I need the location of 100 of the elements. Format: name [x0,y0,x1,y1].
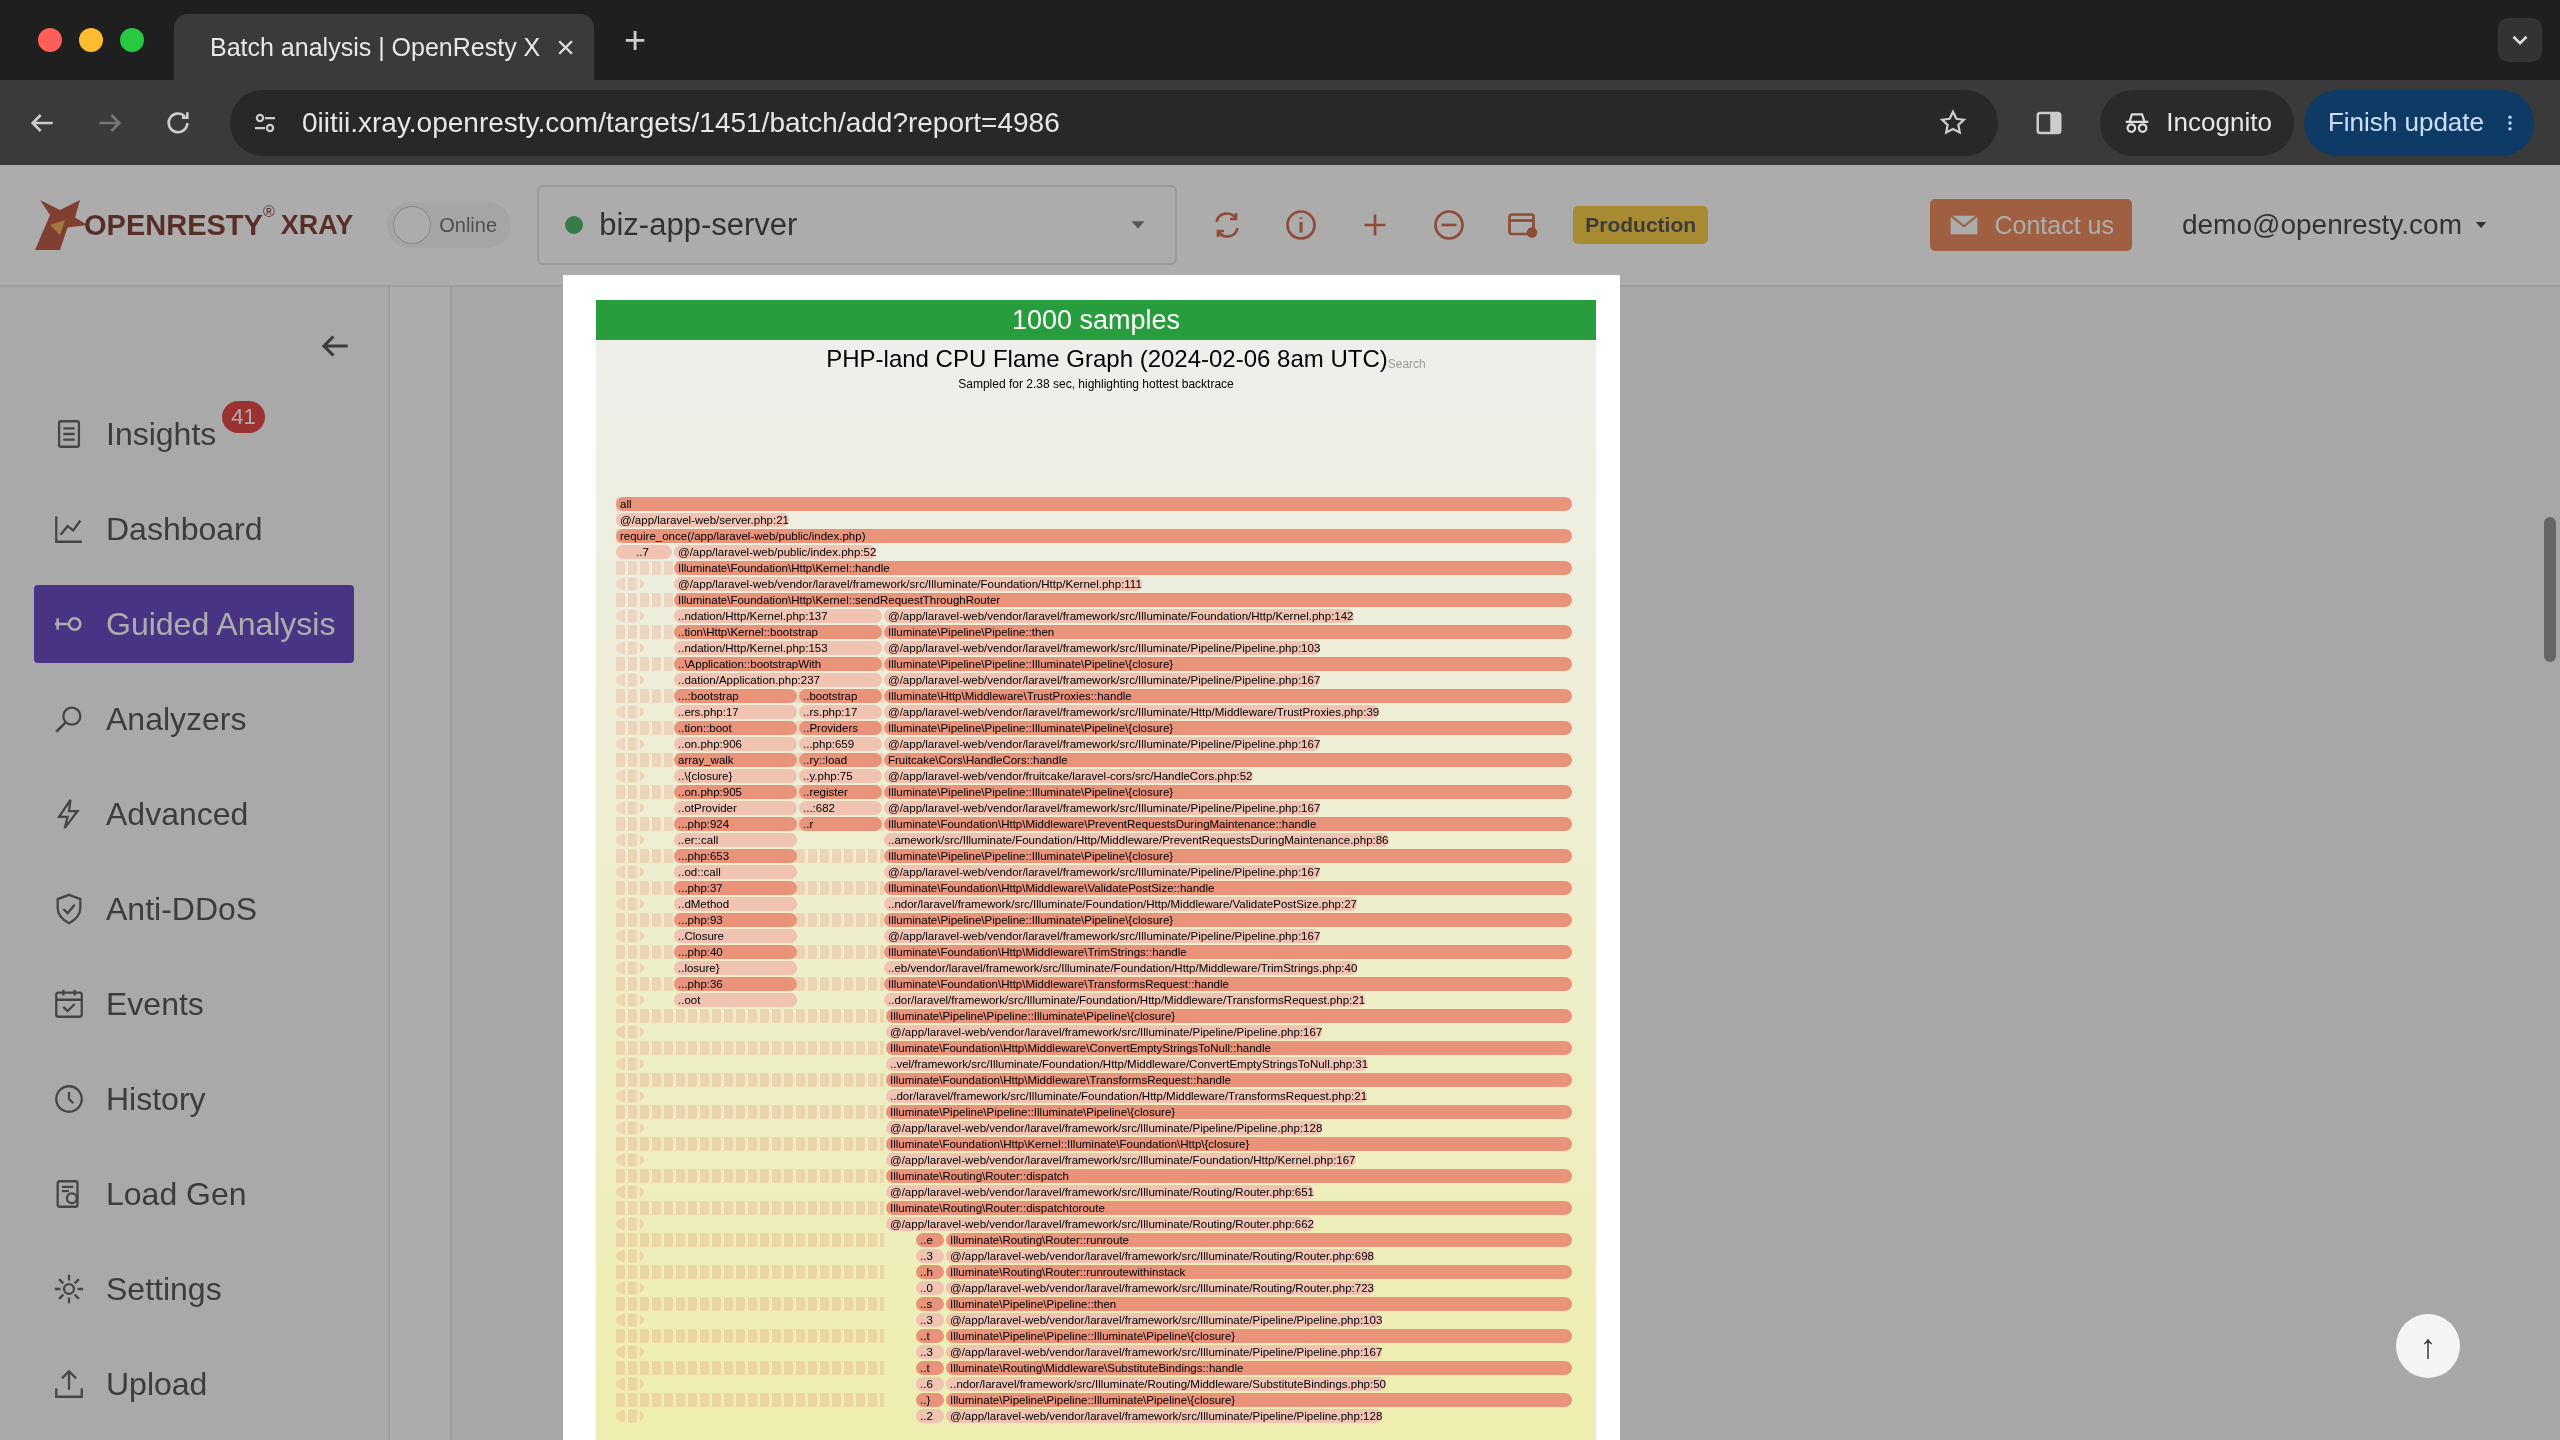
flame-frame[interactable]: @/app/laravel-web/vendor/laravel/framework/src/Illuminate/Pipeline/Pipeline.php:103 [946,1313,1383,1327]
flame-frame[interactable]: @/app/laravel-web/server.php:21 [616,513,789,527]
flame-frame[interactable]: @/app/laravel-web/vendor/laravel/framework/src/Illuminate/Foundation/Http/Kernel.php:111 [674,577,1142,591]
address-bar[interactable]: 0iitii.xray.openresty.com/targets/1451/batch/add?report=4986 [230,89,1999,156]
flame-frame[interactable]: ..} [916,1393,944,1407]
flame-frame[interactable]: ..bootstrap [799,689,882,703]
flame-frame[interactable]: ...php:93 [674,913,797,927]
flame-frame[interactable]: require_once(/app/laravel-web/public/index.php) [616,529,1572,543]
window-control-button[interactable] [120,28,144,52]
flame-frame[interactable]: Illuminate\Foundation\Http\Middleware\TransformsRequest::handle [884,977,1572,991]
flame-frame[interactable]: Illuminate\Routing\Router::runroute [946,1233,1572,1247]
flame-frame[interactable]: ..ndor/laravel/framework/src/Illuminate/Routing/Middleware/SubstituteBindings.php:50 [946,1377,1386,1391]
flame-frame[interactable]: ...php:40 [674,945,797,959]
flame-frame[interactable]: ..od::call [674,865,797,879]
window-control-button[interactable] [79,28,103,52]
flame-frame[interactable]: Illuminate\Routing\Middleware\SubstituteBindings::handle [946,1361,1572,1375]
sidebar-item[interactable]: Events [34,965,354,1043]
flame-frame[interactable]: ..e [916,1233,944,1247]
flame-frame[interactable]: ..register [799,785,882,799]
account-menu[interactable]: demo@openresty.com [2181,209,2490,241]
flame-frame[interactable]: ..oot [674,993,797,1007]
flame-frame[interactable]: Fruitcake\Cors\HandleCors::handle [884,753,1572,767]
flame-frame[interactable]: ..on.php:905 [674,785,797,799]
flame-frame[interactable]: ..er::call [674,833,797,847]
flame-frame[interactable]: ..eb/vendor/laravel/framework/src/Illuminate/Foundation/Http/Middleware/TrimStrings.php:40 [884,961,1358,975]
flame-frame[interactable]: Illuminate\Pipeline\Pipeline::then [946,1297,1572,1311]
flame-frame[interactable]: ..\{closure} [674,769,797,783]
flame-frame[interactable]: Illuminate\Foundation\Http\Kernel::handle [674,561,1572,575]
flame-frame[interactable]: Illuminate\Pipeline\Pipeline::Illuminate\Pipeline\{closure} [884,785,1572,799]
flame-frame[interactable]: ..ry::load [799,753,882,767]
flame-frame[interactable]: @/app/laravel-web/vendor/laravel/framework/src/Illuminate/Pipeline/Pipeline.php:167 [884,865,1321,879]
flame-frame[interactable]: ..ers.php:17 [674,705,797,719]
flame-frame[interactable]: ...php:653 [674,849,797,863]
flame-frame[interactable]: Illuminate\Foundation\Http\Kernel::sendRequestThroughRouter [674,593,1572,607]
flame-frame[interactable]: ..dMethod [674,897,797,911]
flame-frame[interactable]: @/app/laravel-web/vendor/laravel/framework/src/Illuminate/Routing/Router.php:723 [946,1281,1374,1295]
flame-frame[interactable]: ..dor/laravel/framework/src/Illuminate/Foundation/Http/Middleware/TransformsRequest.php:21 [884,993,1366,1007]
flame-frame[interactable]: ..rs.php:17 [799,705,882,719]
flame-frame[interactable]: ..Providers [799,721,882,735]
flame-frame[interactable]: @/app/laravel-web/vendor/laravel/framework/src/Illuminate/Pipeline/Pipeline.php:128 [886,1121,1323,1135]
flame-frame[interactable]: ...php:36 [674,977,797,991]
flame-frame[interactable]: ..\Application::bootstrapWith [674,657,882,671]
sidebar-item[interactable]: History [34,1060,354,1138]
flame-frame[interactable]: Illuminate\Foundation\Http\Middleware\TrimStrings::handle [884,945,1572,959]
flame-frame[interactable]: Illuminate\Pipeline\Pipeline::then [884,625,1572,639]
close-tab-button[interactable]: × [556,28,575,66]
flame-frame[interactable]: ..y.php:75 [799,769,882,783]
flame-frame[interactable]: @/app/laravel-web/vendor/laravel/framework/src/Illuminate/Foundation/Http/Kernel.php:167 [886,1153,1356,1167]
flame-frame[interactable]: all [616,497,1572,511]
flame-frame[interactable]: ..6 [916,1377,944,1391]
flame-frame[interactable]: ...php:924 [674,817,797,831]
flame-frame[interactable]: ..amework/src/Illuminate/Foundation/Http/Middleware/PreventRequestsDuringMaintenance.php:86 [884,833,1389,847]
flame-frame[interactable]: @/app/laravel-web/vendor/laravel/framework/src/Illuminate/Foundation/Http/Kernel.php:142 [884,609,1354,623]
flame-frame[interactable]: ..ndation/Http/Kernel.php:137 [674,609,882,623]
flame-frame[interactable]: ...php:37 [674,881,797,895]
flame-frame[interactable]: ..losure} [674,961,797,975]
target-select[interactable]: biz-app-server [537,185,1178,265]
flame-frame[interactable]: Illuminate\Pipeline\Pipeline::Illuminate\Pipeline\{closure} [884,913,1572,927]
window-control-button[interactable] [38,28,62,52]
flame-frame[interactable]: @/app/laravel-web/vendor/laravel/framework/src/Illuminate/Routing/Router.php:651 [886,1185,1314,1199]
incognito-indicator[interactable]: Incognito [2100,89,2294,156]
new-tab-button[interactable]: + [624,18,647,62]
scrollbar-thumb[interactable] [2544,517,2556,662]
flame-frame[interactable]: ..otProvider [674,801,797,815]
flame-frame[interactable]: @/app/laravel-web/vendor/laravel/framework/src/Illuminate/Routing/Router.php:662 [886,1217,1314,1231]
flame-frame[interactable]: @/app/laravel-web/vendor/laravel/framework/src/Illuminate/Pipeline/Pipeline.php:167 [946,1345,1383,1359]
browser-tab[interactable]: Batch analysis | OpenResty X × [174,14,594,80]
sidebar-item[interactable]: Insights 41 [34,395,354,473]
flame-frame[interactable]: @/app/laravel-web/public/index.php:52 [674,545,877,559]
flame-frame[interactable]: ..3 [916,1345,944,1359]
flame-frame[interactable]: Illuminate\Pipeline\Pipeline::Illuminate\Pipeline\{closure} [886,1009,1572,1023]
flame-frame[interactable]: Illuminate\Pipeline\Pipeline::Illuminate\Pipeline\{closure} [946,1393,1572,1407]
sidebar-item[interactable]: Dashboard [34,490,354,568]
flame-frame[interactable]: Illuminate\Foundation\Http\Middleware\TransformsRequest::handle [886,1073,1572,1087]
flame-frame[interactable]: ..dation/Application.php:237 [674,673,882,687]
flame-frame[interactable]: @/app/laravel-web/vendor/laravel/framework/src/Illuminate/Pipeline/Pipeline.php:128 [946,1409,1383,1423]
flame-frame[interactable]: ..ndation/Http/Kernel.php:153 [674,641,882,655]
flame-frame[interactable]: ..0 [916,1281,944,1295]
flame-frame[interactable]: Illuminate\Pipeline\Pipeline::Illuminate\Pipeline\{closure} [884,849,1572,863]
flame-frame[interactable]: Illuminate\Foundation\Http\Kernel::Illuminate\Foundation\Http\{closure} [886,1137,1572,1151]
flame-frame[interactable]: ..s [916,1297,944,1311]
finish-update-button[interactable]: Finish update [2303,89,2534,156]
flame-frame[interactable]: ..t [916,1329,944,1343]
flame-frame[interactable]: @/app/laravel-web/vendor/fruitcake/laravel-cors/src/HandleCors.php:52 [884,769,1253,783]
sidebar-item[interactable]: Settings [34,1250,354,1328]
flame-frame[interactable]: @/app/laravel-web/vendor/laravel/framework/src/Illuminate/Pipeline/Pipeline.php:103 [884,641,1321,655]
flame-frame[interactable]: Illuminate\Pipeline\Pipeline::Illuminate\Pipeline\{closure} [884,721,1572,735]
flame-frame[interactable]: @/app/laravel-web/vendor/laravel/framework/src/Illuminate/Http/Middleware/TrustProxies.php:39 [884,705,1380,719]
sidebar-item[interactable]: Anti-DDoS [34,870,354,948]
flame-frame[interactable]: ..tion\Http\Kernel::bootstrap [674,625,882,639]
flame-frame[interactable]: Illuminate\Pipeline\Pipeline::Illuminate\Pipeline\{closure} [886,1105,1572,1119]
flame-frame[interactable]: Illuminate\Http\Middleware\TrustProxies::handle [884,689,1572,703]
sidebar-item[interactable]: Guided Analysis [34,585,354,663]
flame-frame[interactable]: Illuminate\Pipeline\Pipeline::Illuminate\Pipeline\{closure} [884,657,1572,671]
flame-frame[interactable]: ..t [916,1361,944,1375]
tab-search-button[interactable] [2498,18,2542,62]
flame-frame[interactable]: ..h [916,1265,944,1279]
flame-frame[interactable]: ..7 [616,545,672,559]
flame-frame[interactable]: ..vel/framework/src/Illuminate/Foundation/Http/Middleware/ConvertEmptyStringsToNull.php:31 [886,1057,1369,1071]
flame-frame[interactable]: @/app/laravel-web/vendor/laravel/framework/src/Illuminate/Pipeline/Pipeline.php:167 [886,1025,1323,1039]
